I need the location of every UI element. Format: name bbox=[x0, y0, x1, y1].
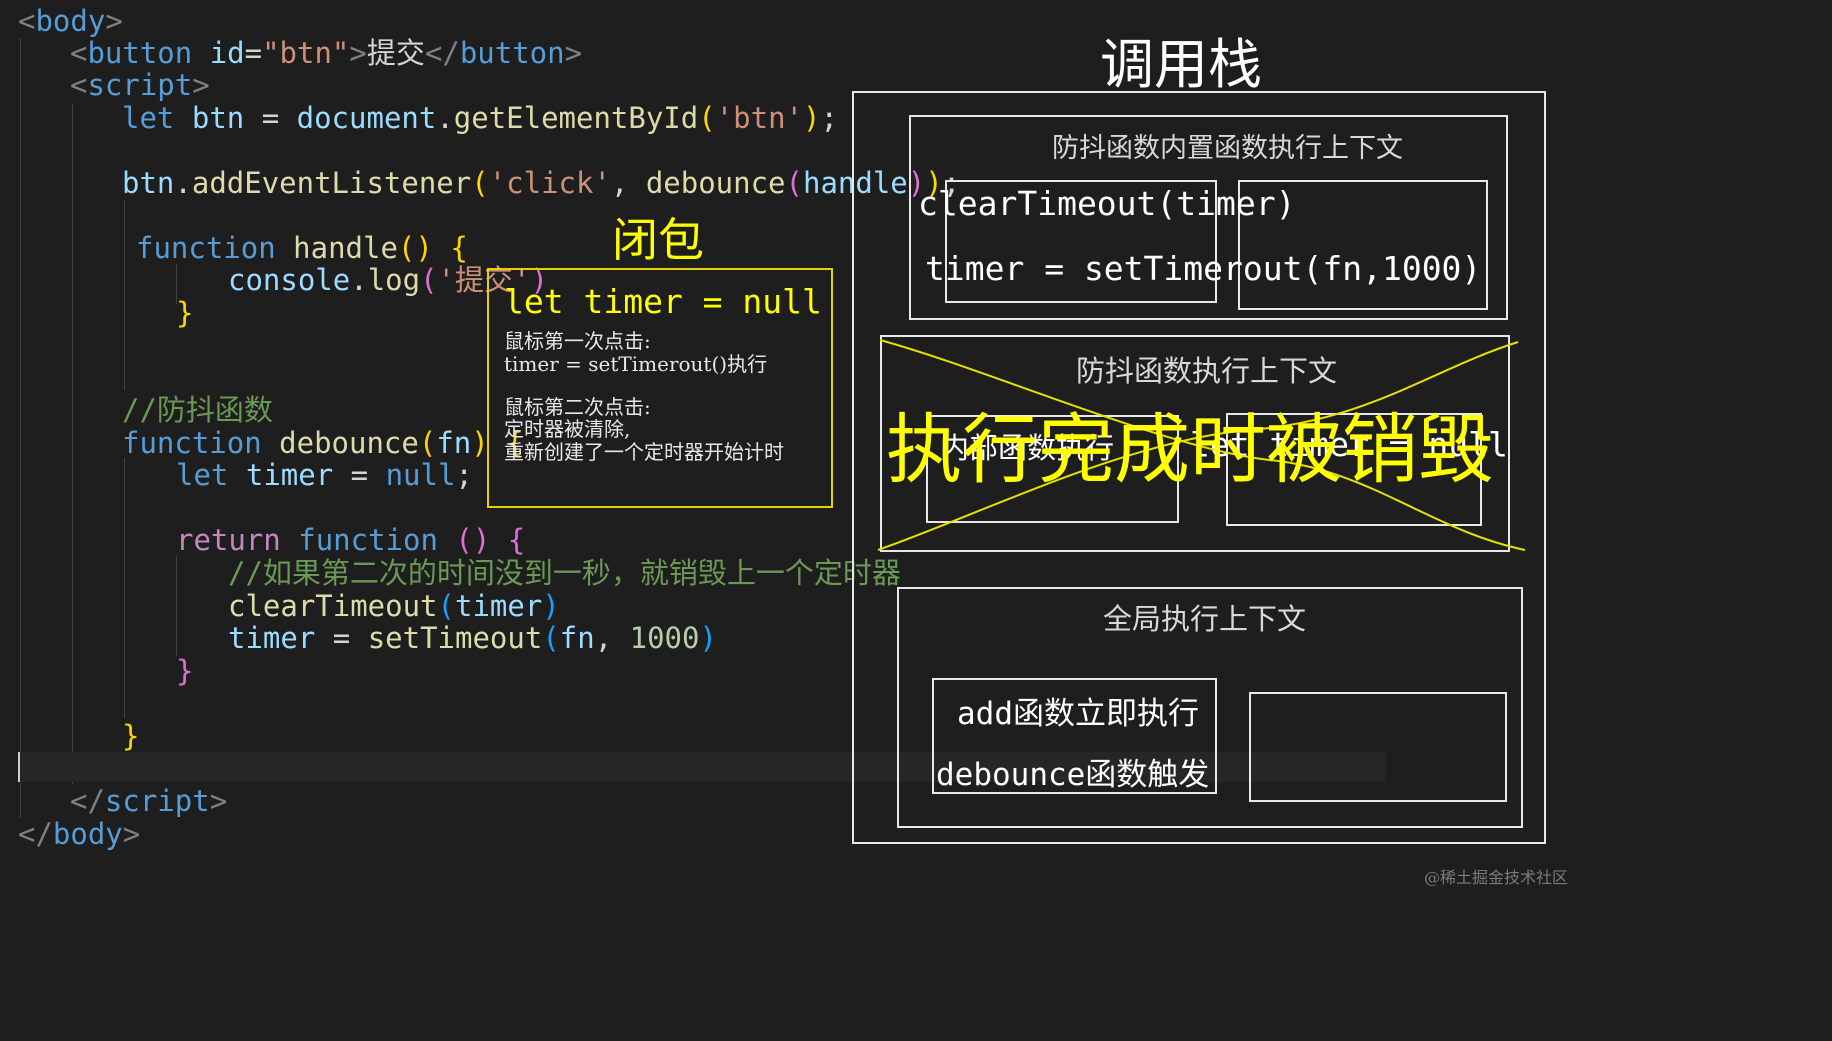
indent-guide bbox=[20, 38, 21, 818]
destroyed-note: 执行完成时被销毁 bbox=[886, 405, 1494, 494]
indent-guide bbox=[72, 104, 73, 784]
code-line-close-debounce: } bbox=[122, 719, 140, 753]
closure-decl: let timer = null bbox=[504, 282, 822, 321]
indent-guide bbox=[176, 556, 177, 656]
code-line-close-handle: } bbox=[176, 296, 194, 330]
code-line-body-close: </body> bbox=[18, 817, 141, 851]
inner-fn-context-label: 防抖函数内置函数执行上下文 bbox=[1052, 133, 1403, 164]
indent-guide bbox=[124, 200, 125, 390]
closure-click2-line2: 重新创建了一个定时器开始计时 bbox=[504, 440, 784, 464]
call-stack-title: 调用栈 bbox=[1100, 33, 1262, 96]
global-context-label: 全局执行上下文 bbox=[1103, 602, 1307, 636]
code-line-let-timer: let timer = null; bbox=[176, 458, 473, 492]
code-line-add-listener: btn.addEventListener('click', debounce(h… bbox=[122, 166, 961, 200]
watermark: @稀土掘金技术社区 bbox=[1424, 868, 1569, 887]
closure-title: 闭包 bbox=[612, 213, 704, 267]
code-line-set-timeout: timer = setTimeout(fn, 1000) bbox=[228, 621, 717, 655]
indent-guide bbox=[124, 458, 125, 718]
global-right-box bbox=[1249, 692, 1507, 802]
inner-fn-line1: clearTimeout(timer) bbox=[918, 184, 1296, 223]
global-line2: debounce函数触发 bbox=[936, 757, 1210, 793]
text-cursor bbox=[18, 752, 20, 782]
global-line1: add函数立即执行 bbox=[957, 696, 1199, 732]
closure-click1-action: timer = setTimerout()执行 bbox=[504, 352, 768, 376]
code-line-close-return: } bbox=[176, 654, 194, 688]
code-line-let-btn: let btn = document.getElementById('btn')… bbox=[122, 101, 838, 135]
inner-fn-line2: timer = setTimerout(fn,1000) bbox=[925, 249, 1482, 288]
